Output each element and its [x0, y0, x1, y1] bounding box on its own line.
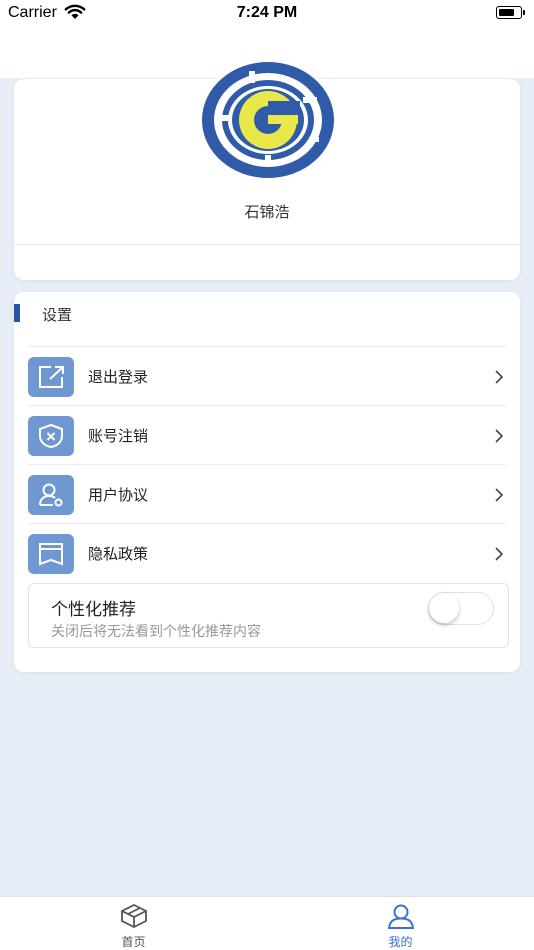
personalized-title: 个性化推荐 [51, 600, 136, 620]
tab-label: 我的 [388, 935, 413, 949]
tab-mine[interactable]: 我的 [267, 897, 534, 950]
toggle-knob [429, 593, 459, 623]
chevron-right-icon [495, 429, 504, 443]
personalized-toggle[interactable] [428, 592, 494, 625]
menu-item-logout[interactable]: 退出登录 [28, 347, 506, 406]
book-icon [28, 534, 74, 574]
chevron-right-icon [495, 547, 504, 561]
divider [14, 244, 520, 245]
user-name: 石锦浩 [244, 203, 290, 221]
menu-item-user-agreement[interactable]: 用户协议 [28, 465, 506, 524]
menu-item-label: 隐私政策 [88, 545, 149, 563]
status-time: 7:24 PM [236, 4, 298, 21]
section-marker [14, 304, 20, 322]
menu-item-label: 用户协议 [88, 486, 149, 504]
personalized-description: 关闭后将无法看到个性化推荐内容 [51, 624, 261, 640]
tab-home[interactable]: 首页 [0, 897, 267, 950]
menu-item-label: 退出登录 [88, 368, 149, 386]
profile-card: 石锦浩 [14, 59, 520, 280]
personalized-recommendation-row: 个性化推荐 关闭后将无法看到个性化推荐内容 [28, 583, 509, 648]
section-title: 设置 [42, 306, 73, 324]
settings-card: 设置 退出登录 账号注销 用户协议 隐私政策 个性化推荐 关闭后将无法看到个性化… [14, 292, 520, 672]
tab-label: 首页 [121, 935, 146, 949]
chevron-right-icon [495, 488, 504, 502]
battery-icon [496, 6, 525, 19]
tab-bar: 首页 我的 [0, 896, 534, 950]
status-bar: Carrier 7:24 PM [0, 0, 534, 30]
shield-x-icon [28, 416, 74, 456]
home-cube-icon [121, 903, 147, 929]
user-settings-icon [28, 475, 74, 515]
menu-item-label: 账号注销 [88, 427, 149, 445]
chevron-right-icon [495, 370, 504, 384]
menu-item-privacy-policy[interactable]: 隐私政策 [28, 524, 506, 583]
user-icon [387, 904, 415, 929]
logout-icon [28, 357, 74, 397]
g-logo-icon [199, 59, 337, 181]
menu-item-delete-account[interactable]: 账号注销 [28, 406, 506, 465]
